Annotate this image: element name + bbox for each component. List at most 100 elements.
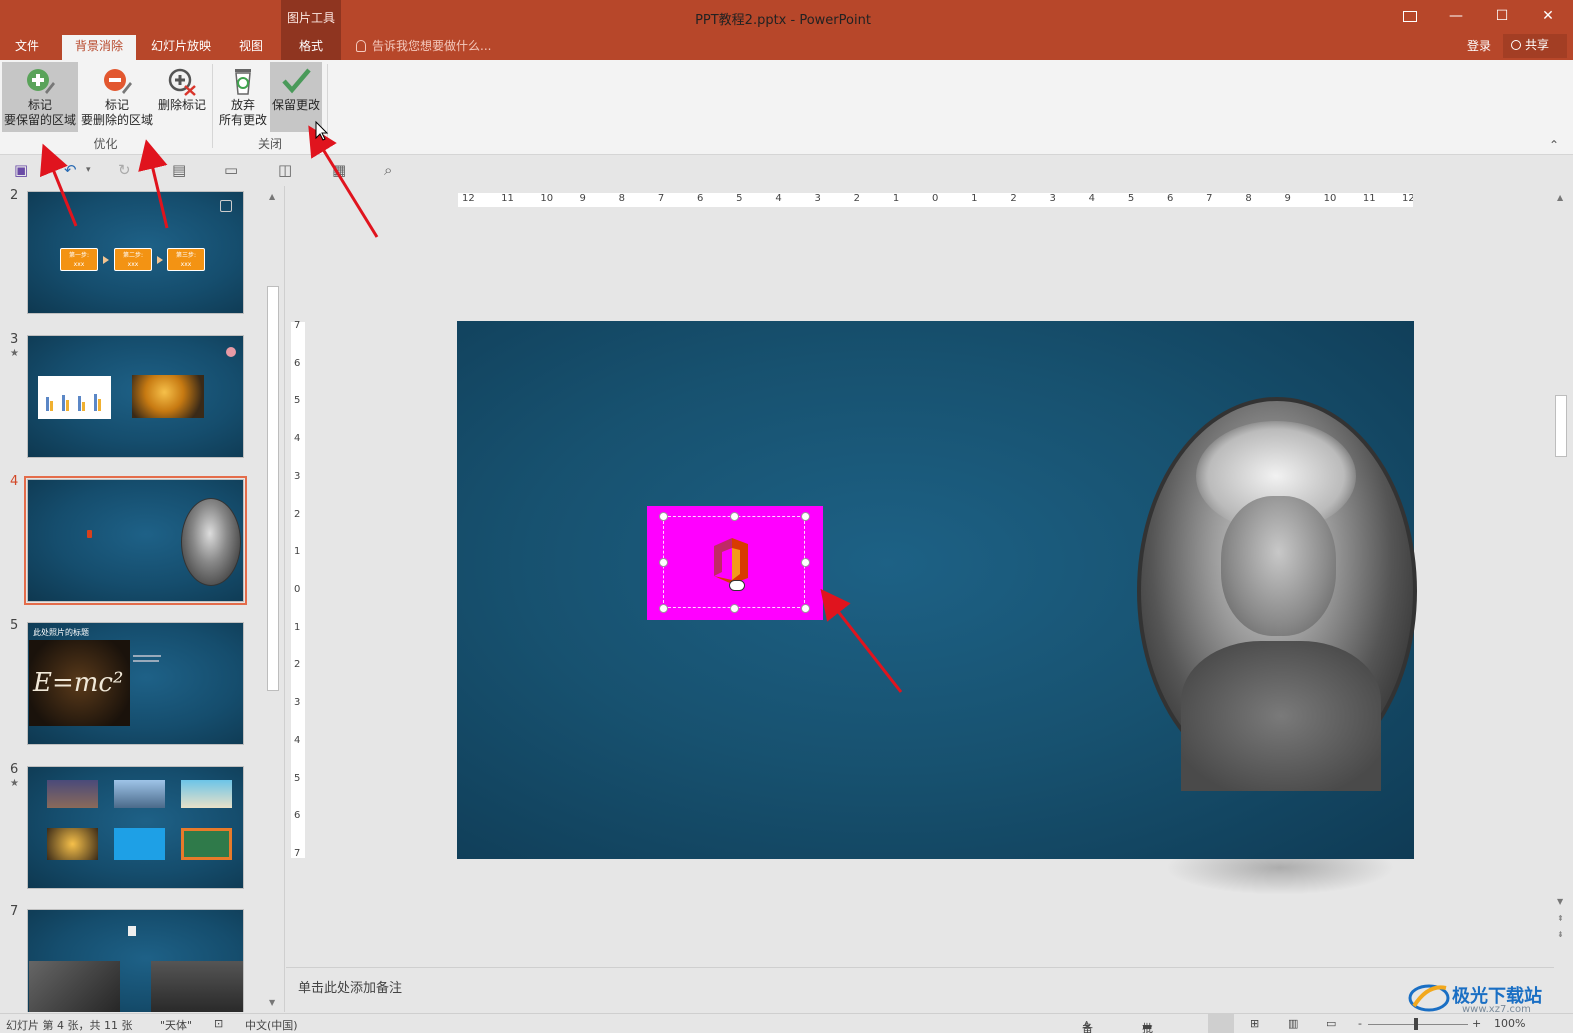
photo-tile bbox=[181, 780, 232, 808]
save-icon[interactable]: ▣ bbox=[14, 161, 28, 179]
portrait-mini bbox=[181, 498, 241, 586]
resize-handle[interactable] bbox=[730, 604, 739, 613]
ruler-tick-label: 2 bbox=[853, 193, 861, 204]
from-beginning-icon[interactable]: ▤ bbox=[172, 161, 186, 179]
resize-handle[interactable] bbox=[801, 604, 810, 613]
ruler-tick-label: 3 bbox=[294, 470, 301, 482]
scroll-up-icon[interactable]: ▲ bbox=[269, 192, 275, 201]
discard-line2: 所有更改 bbox=[218, 113, 267, 127]
group-separator bbox=[212, 64, 213, 148]
collapse-ribbon-icon[interactable]: ⌃ bbox=[1549, 138, 1559, 152]
undo-dropdown-icon[interactable]: ▾ bbox=[86, 165, 91, 175]
scrollbar-thumb[interactable] bbox=[1555, 395, 1567, 457]
slide-thumbnail-3[interactable] bbox=[27, 335, 244, 458]
resize-handle[interactable] bbox=[801, 512, 810, 521]
scroll-up-icon[interactable]: ▲ bbox=[1557, 193, 1563, 202]
tab-format[interactable]: 格式 bbox=[281, 35, 341, 60]
slide-number: 2 bbox=[10, 188, 19, 203]
discard-changes-button[interactable]: 放弃 所有更改 bbox=[216, 62, 270, 132]
editor-scrollbar[interactable]: ▲ ▼ ⇞ ⇟ bbox=[1554, 190, 1568, 945]
plus-pencil-icon bbox=[27, 69, 55, 94]
slide5-title: 此处照片的标题 bbox=[33, 628, 89, 637]
quick-access-toolbar: ▣ ↶ ▾ ↻ ▤ ▭ ◫ ▦ ⌕ bbox=[0, 156, 1573, 186]
ruler-tick-label: 12 bbox=[462, 193, 475, 204]
mark-remove-button[interactable]: 标记 要删除的区域 bbox=[80, 62, 154, 132]
resize-handle[interactable] bbox=[801, 558, 810, 567]
tab-view[interactable]: 视图 bbox=[226, 35, 276, 60]
reading-view-icon[interactable]: ▥ bbox=[1288, 1017, 1298, 1030]
ruler-tick-label: 1 bbox=[892, 193, 900, 204]
einstein-portrait[interactable] bbox=[1137, 397, 1417, 791]
formula-text: E=mc² bbox=[33, 668, 124, 698]
discard-line1: 放弃 bbox=[230, 98, 255, 112]
print-preview-icon[interactable]: ⌕ bbox=[384, 161, 392, 179]
slideshow-icon[interactable]: ▦ bbox=[332, 161, 346, 179]
recycle-bin-icon bbox=[235, 69, 251, 95]
thumbnail-scrollbar[interactable]: ▲ ▼ bbox=[266, 190, 280, 1010]
mark-keep-button[interactable]: 标记 要保留的区域 bbox=[2, 62, 78, 132]
notes-pane[interactable]: 单击此处添加备注 bbox=[286, 967, 1554, 1012]
slide-thumbnail-2[interactable]: 第一步: xxx 第二步: xxx 第三步: xxx bbox=[27, 191, 244, 314]
resize-handle[interactable] bbox=[730, 512, 739, 521]
resize-handle[interactable] bbox=[659, 604, 668, 613]
ruler-tick-label: 6 bbox=[697, 193, 704, 204]
slide-thumbnail-5[interactable]: 此处照片的标题 E=mc² bbox=[27, 622, 244, 745]
photo-tile bbox=[114, 828, 165, 860]
spelling-icon[interactable]: ⊡ bbox=[214, 1017, 223, 1030]
face bbox=[1221, 496, 1336, 636]
scroll-down-icon[interactable]: ▼ bbox=[1557, 897, 1563, 906]
minimize-button[interactable]: — bbox=[1436, 4, 1476, 28]
ruler-tick-label: 9 bbox=[1284, 193, 1291, 204]
resize-handle[interactable] bbox=[659, 512, 668, 521]
ribbon-display-options-button[interactable] bbox=[1390, 4, 1430, 28]
zoom-out-button[interactable]: - bbox=[1358, 1017, 1362, 1030]
tell-me-search[interactable]: 告诉我您想要做什么... bbox=[356, 37, 491, 54]
maximize-button[interactable]: ☐ bbox=[1482, 4, 1522, 28]
ruler-tick-label: 3 bbox=[814, 193, 821, 204]
slide-thumbnail-7[interactable] bbox=[27, 909, 244, 1012]
slide-thumbnail-4[interactable] bbox=[24, 476, 247, 605]
calendar-icon bbox=[220, 200, 232, 212]
scroll-down-icon[interactable]: ▼ bbox=[269, 998, 275, 1007]
ruler-tick-label: 4 bbox=[294, 433, 301, 445]
close-button[interactable]: ✕ bbox=[1528, 4, 1568, 28]
zoom-in-button[interactable]: + bbox=[1472, 1017, 1481, 1030]
photo-tile bbox=[181, 828, 232, 860]
redo-icon[interactable]: ↻ bbox=[118, 161, 131, 179]
zoom-level[interactable]: 100% bbox=[1494, 1017, 1525, 1030]
slide-sorter-icon[interactable]: ⊞ bbox=[1250, 1017, 1259, 1030]
delete-mark-button[interactable]: 删除标记 bbox=[155, 62, 209, 132]
undo-icon[interactable]: ↶ bbox=[64, 161, 77, 179]
formula-photo: E=mc² bbox=[29, 640, 130, 726]
textbox-icon[interactable]: ▭ bbox=[224, 161, 238, 179]
normal-view-button[interactable] bbox=[1208, 1014, 1234, 1033]
horizontal-ruler: 12 11 10 9 8 7 6 5 4 3 2 1 0 1 2 3 4 5 6 7 8 9 10 11 12 bbox=[458, 193, 1413, 207]
zoom-slider-thumb[interactable] bbox=[1414, 1018, 1418, 1030]
step-arrow-icon bbox=[157, 256, 163, 264]
slide-thumbnail-6[interactable] bbox=[27, 766, 244, 889]
zoom-slider[interactable] bbox=[1368, 1024, 1468, 1025]
scrollbar-thumb[interactable] bbox=[267, 286, 279, 691]
ruler-tick-label: 5 bbox=[294, 395, 301, 407]
ruler-tick-label: 11 bbox=[501, 193, 514, 204]
tab-background-removal[interactable]: 背景消除 bbox=[62, 35, 136, 60]
next-slide-icon[interactable]: ⇟ bbox=[1557, 930, 1564, 939]
keep-area-marquee[interactable] bbox=[663, 516, 805, 608]
tab-file[interactable]: 文件 bbox=[0, 35, 54, 60]
language-indicator[interactable]: 中文(中国) bbox=[245, 1017, 298, 1033]
slide-thumbnails-pane: 2 第一步: xxx 第二步: xxx 第三步: xxx 3 ★ 4 5 此处照片的标… bbox=[0, 186, 285, 1012]
keep-changes-button[interactable]: 保留更改 bbox=[270, 62, 322, 132]
previous-slide-icon[interactable]: ⇞ bbox=[1557, 914, 1564, 923]
watermark: 极光下载站 www.xz7.com bbox=[1408, 978, 1568, 1018]
group-close-label: 关闭 bbox=[257, 137, 282, 151]
decor-dot bbox=[226, 347, 236, 357]
share-button[interactable]: 共享 bbox=[1503, 34, 1567, 58]
resize-handle[interactable] bbox=[659, 558, 668, 567]
slideshow-view-icon[interactable]: ▭ bbox=[1326, 1017, 1336, 1030]
ruler-tick-label: 8 bbox=[1245, 193, 1252, 204]
photo-tile bbox=[114, 780, 165, 808]
mark-remove-line2: 要删除的区域 bbox=[80, 113, 153, 127]
tab-slideshow[interactable]: 幻灯片放映 bbox=[142, 35, 220, 60]
login-link[interactable]: 登录 bbox=[1467, 37, 1491, 54]
present-online-icon[interactable]: ◫ bbox=[278, 161, 292, 179]
